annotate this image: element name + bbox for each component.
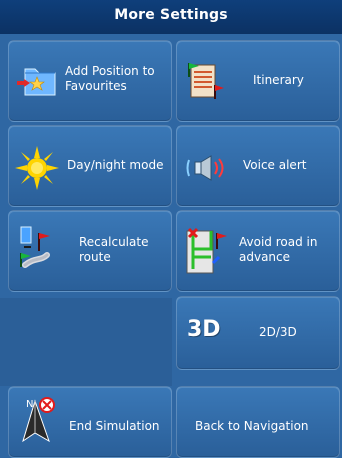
route-icon xyxy=(15,223,63,273)
recalculate-route-button[interactable]: Recalculate route xyxy=(8,210,172,292)
3d-icon: 3D xyxy=(187,317,241,351)
title-bar: More Settings xyxy=(0,0,342,35)
itinerary-label: Itinerary xyxy=(253,73,304,87)
folder-star-icon xyxy=(15,59,61,101)
back-to-navigation-button[interactable]: Back to Navigation xyxy=(176,386,340,458)
speaker-icon xyxy=(185,150,229,186)
add-position-to-favourites-label: Add Position to Favourites xyxy=(65,64,155,93)
end-simulation-label: End Simulation xyxy=(69,419,160,433)
end-simulation-icon: N xyxy=(17,395,63,451)
2d-3d-toggle-button[interactable]: 3D 2D/3D xyxy=(176,296,340,370)
voice-alert-button[interactable]: Voice alert xyxy=(176,125,340,207)
back-to-navigation-label: Back to Navigation xyxy=(195,419,309,433)
itinerary-icon xyxy=(185,61,225,101)
avoid-road-in-advance-button[interactable]: Avoid road in advance xyxy=(176,210,340,292)
day-night-mode-label: Day/night mode xyxy=(67,158,164,172)
2d-3d-label: 2D/3D xyxy=(259,325,297,339)
voice-alert-label: Voice alert xyxy=(243,158,307,172)
recalculate-route-label: Recalculate route xyxy=(79,235,149,264)
3d-icon-text: 3D xyxy=(187,317,221,342)
add-position-to-favourites-button[interactable]: Add Position to Favourites xyxy=(8,40,172,122)
day-night-mode-button[interactable]: Day/night mode xyxy=(8,125,172,207)
itinerary-button[interactable]: Itinerary xyxy=(176,40,340,122)
end-simulation-button[interactable]: N End Simulation xyxy=(8,386,172,458)
empty-space xyxy=(0,298,172,386)
avoid-road-in-advance-label: Avoid road in advance xyxy=(239,235,318,264)
page-title: More Settings xyxy=(114,7,228,23)
avoid-road-icon xyxy=(183,223,235,279)
svg-text:N: N xyxy=(26,399,33,410)
sun-icon xyxy=(13,144,61,192)
